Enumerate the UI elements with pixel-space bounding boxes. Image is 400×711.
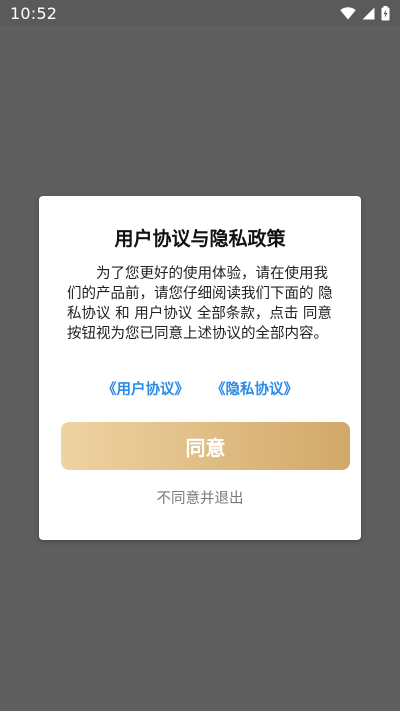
privacy-agreement-link[interactable]: 《隐私协议》 <box>211 378 298 399</box>
dialog-body-text: 为了您更好的使用体验，请在使用我们的产品前，请您仔细阅读我们下面的 隐私协议 和… <box>67 266 333 342</box>
status-time: 10:52 <box>10 3 58 23</box>
agreement-links: 《用户协议》 《隐私协议》 <box>39 378 361 399</box>
consent-dialog: 用户协议与隐私政策 为了您更好的使用体验，请在使用我们的产品前，请您仔细阅读我们… <box>39 196 361 540</box>
decline-and-exit-button[interactable]: 不同意并退出 <box>39 487 361 508</box>
status-icons <box>340 5 390 21</box>
battery-charging-icon <box>381 5 390 21</box>
cell-signal-icon <box>362 7 375 20</box>
dialog-title: 用户协议与隐私政策 <box>114 228 286 250</box>
screen: 10:52 用户协议与隐私政策 为了您更好的使用体验，请在使用我们的产品前，请您… <box>0 0 400 711</box>
wifi-icon <box>340 6 356 20</box>
status-bar: 10:52 <box>0 0 400 26</box>
user-agreement-link[interactable]: 《用户协议》 <box>102 378 189 399</box>
agree-button[interactable]: 同意 <box>61 422 350 470</box>
